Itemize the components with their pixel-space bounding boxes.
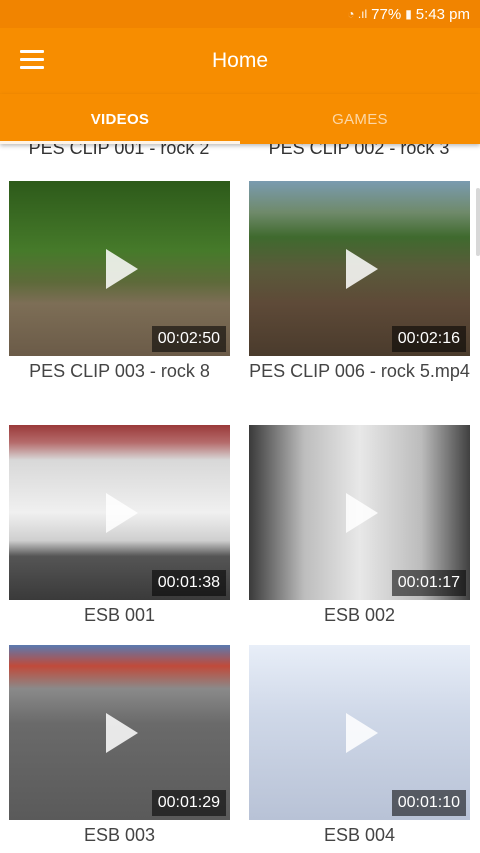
- duration-badge: 00:01:29: [151, 790, 226, 816]
- duration-badge: 00:02:50: [151, 326, 226, 352]
- page-title: Home: [211, 49, 269, 72]
- duration-badge: 00:01:17: [391, 570, 466, 596]
- video-thumbnail[interactable]: 00:02:16: [249, 181, 470, 356]
- video-thumbnail[interactable]: 00:02:50: [9, 181, 230, 356]
- video-title: PES CLIP 006 - rock 5.mp4: [249, 361, 470, 381]
- video-card[interactable]: 00:02:50 PES CLIP 003 - rock 8: [9, 181, 230, 382]
- status-bar: ◔ .ıl 77% ▮ 5:43 pm: [0, 0, 480, 28]
- video-title: ESB 002: [323, 605, 396, 625]
- video-title: ESB 001: [83, 605, 156, 625]
- play-icon: [105, 712, 138, 753]
- video-title: PES CLIP 001 - rock 2: [28, 144, 210, 158]
- partial-row: PES CLIP 001 - rock 2 PES CLIP 002 - roc…: [0, 144, 480, 158]
- play-icon: [345, 248, 378, 289]
- video-grid[interactable]: PES CLIP 001 - rock 2 PES CLIP 002 - roc…: [0, 144, 480, 853]
- battery-icon: ▮: [405, 7, 412, 21]
- tab-bar: VIDEOS GAMES: [0, 94, 480, 144]
- play-icon: [105, 492, 138, 533]
- video-title: ESB 004: [323, 825, 396, 845]
- app-bar: Home: [0, 28, 480, 94]
- clock: 5:43 pm: [415, 5, 470, 23]
- battery-percent: 77%: [371, 5, 402, 23]
- video-card[interactable]: 00:02:16 PES CLIP 006 - rock 5.mp4: [249, 181, 470, 382]
- video-card[interactable]: 00:01:10 ESB 004: [249, 645, 470, 846]
- duration-badge: 00:02:16: [391, 326, 466, 352]
- video-title: ESB 003: [83, 825, 156, 845]
- duration-badge: 00:01:38: [151, 570, 226, 596]
- scrollbar-thumb[interactable]: [476, 188, 480, 256]
- wifi-signal-icon: ◔ .ıl: [347, 7, 368, 21]
- video-title: PES CLIP 003 - rock 8: [29, 361, 210, 381]
- play-icon: [345, 712, 378, 753]
- video-card[interactable]: 00:01:38 ESB 001: [9, 425, 230, 626]
- video-thumbnail[interactable]: 00:01:17: [249, 425, 470, 600]
- play-icon: [345, 492, 378, 533]
- video-title: PES CLIP 002 - rock 3: [268, 144, 450, 158]
- video-thumbnail[interactable]: 00:01:38: [9, 425, 230, 600]
- video-card[interactable]: 00:01:29 ESB 003: [9, 645, 230, 846]
- duration-badge: 00:01:10: [391, 790, 466, 816]
- video-card[interactable]: 00:01:17 ESB 002: [249, 425, 470, 626]
- video-thumbnail[interactable]: 00:01:10: [249, 645, 470, 820]
- tab-games[interactable]: GAMES: [240, 94, 480, 144]
- tab-videos[interactable]: VIDEOS: [0, 94, 240, 144]
- video-thumbnail[interactable]: 00:01:29: [9, 645, 230, 820]
- play-icon: [105, 248, 138, 289]
